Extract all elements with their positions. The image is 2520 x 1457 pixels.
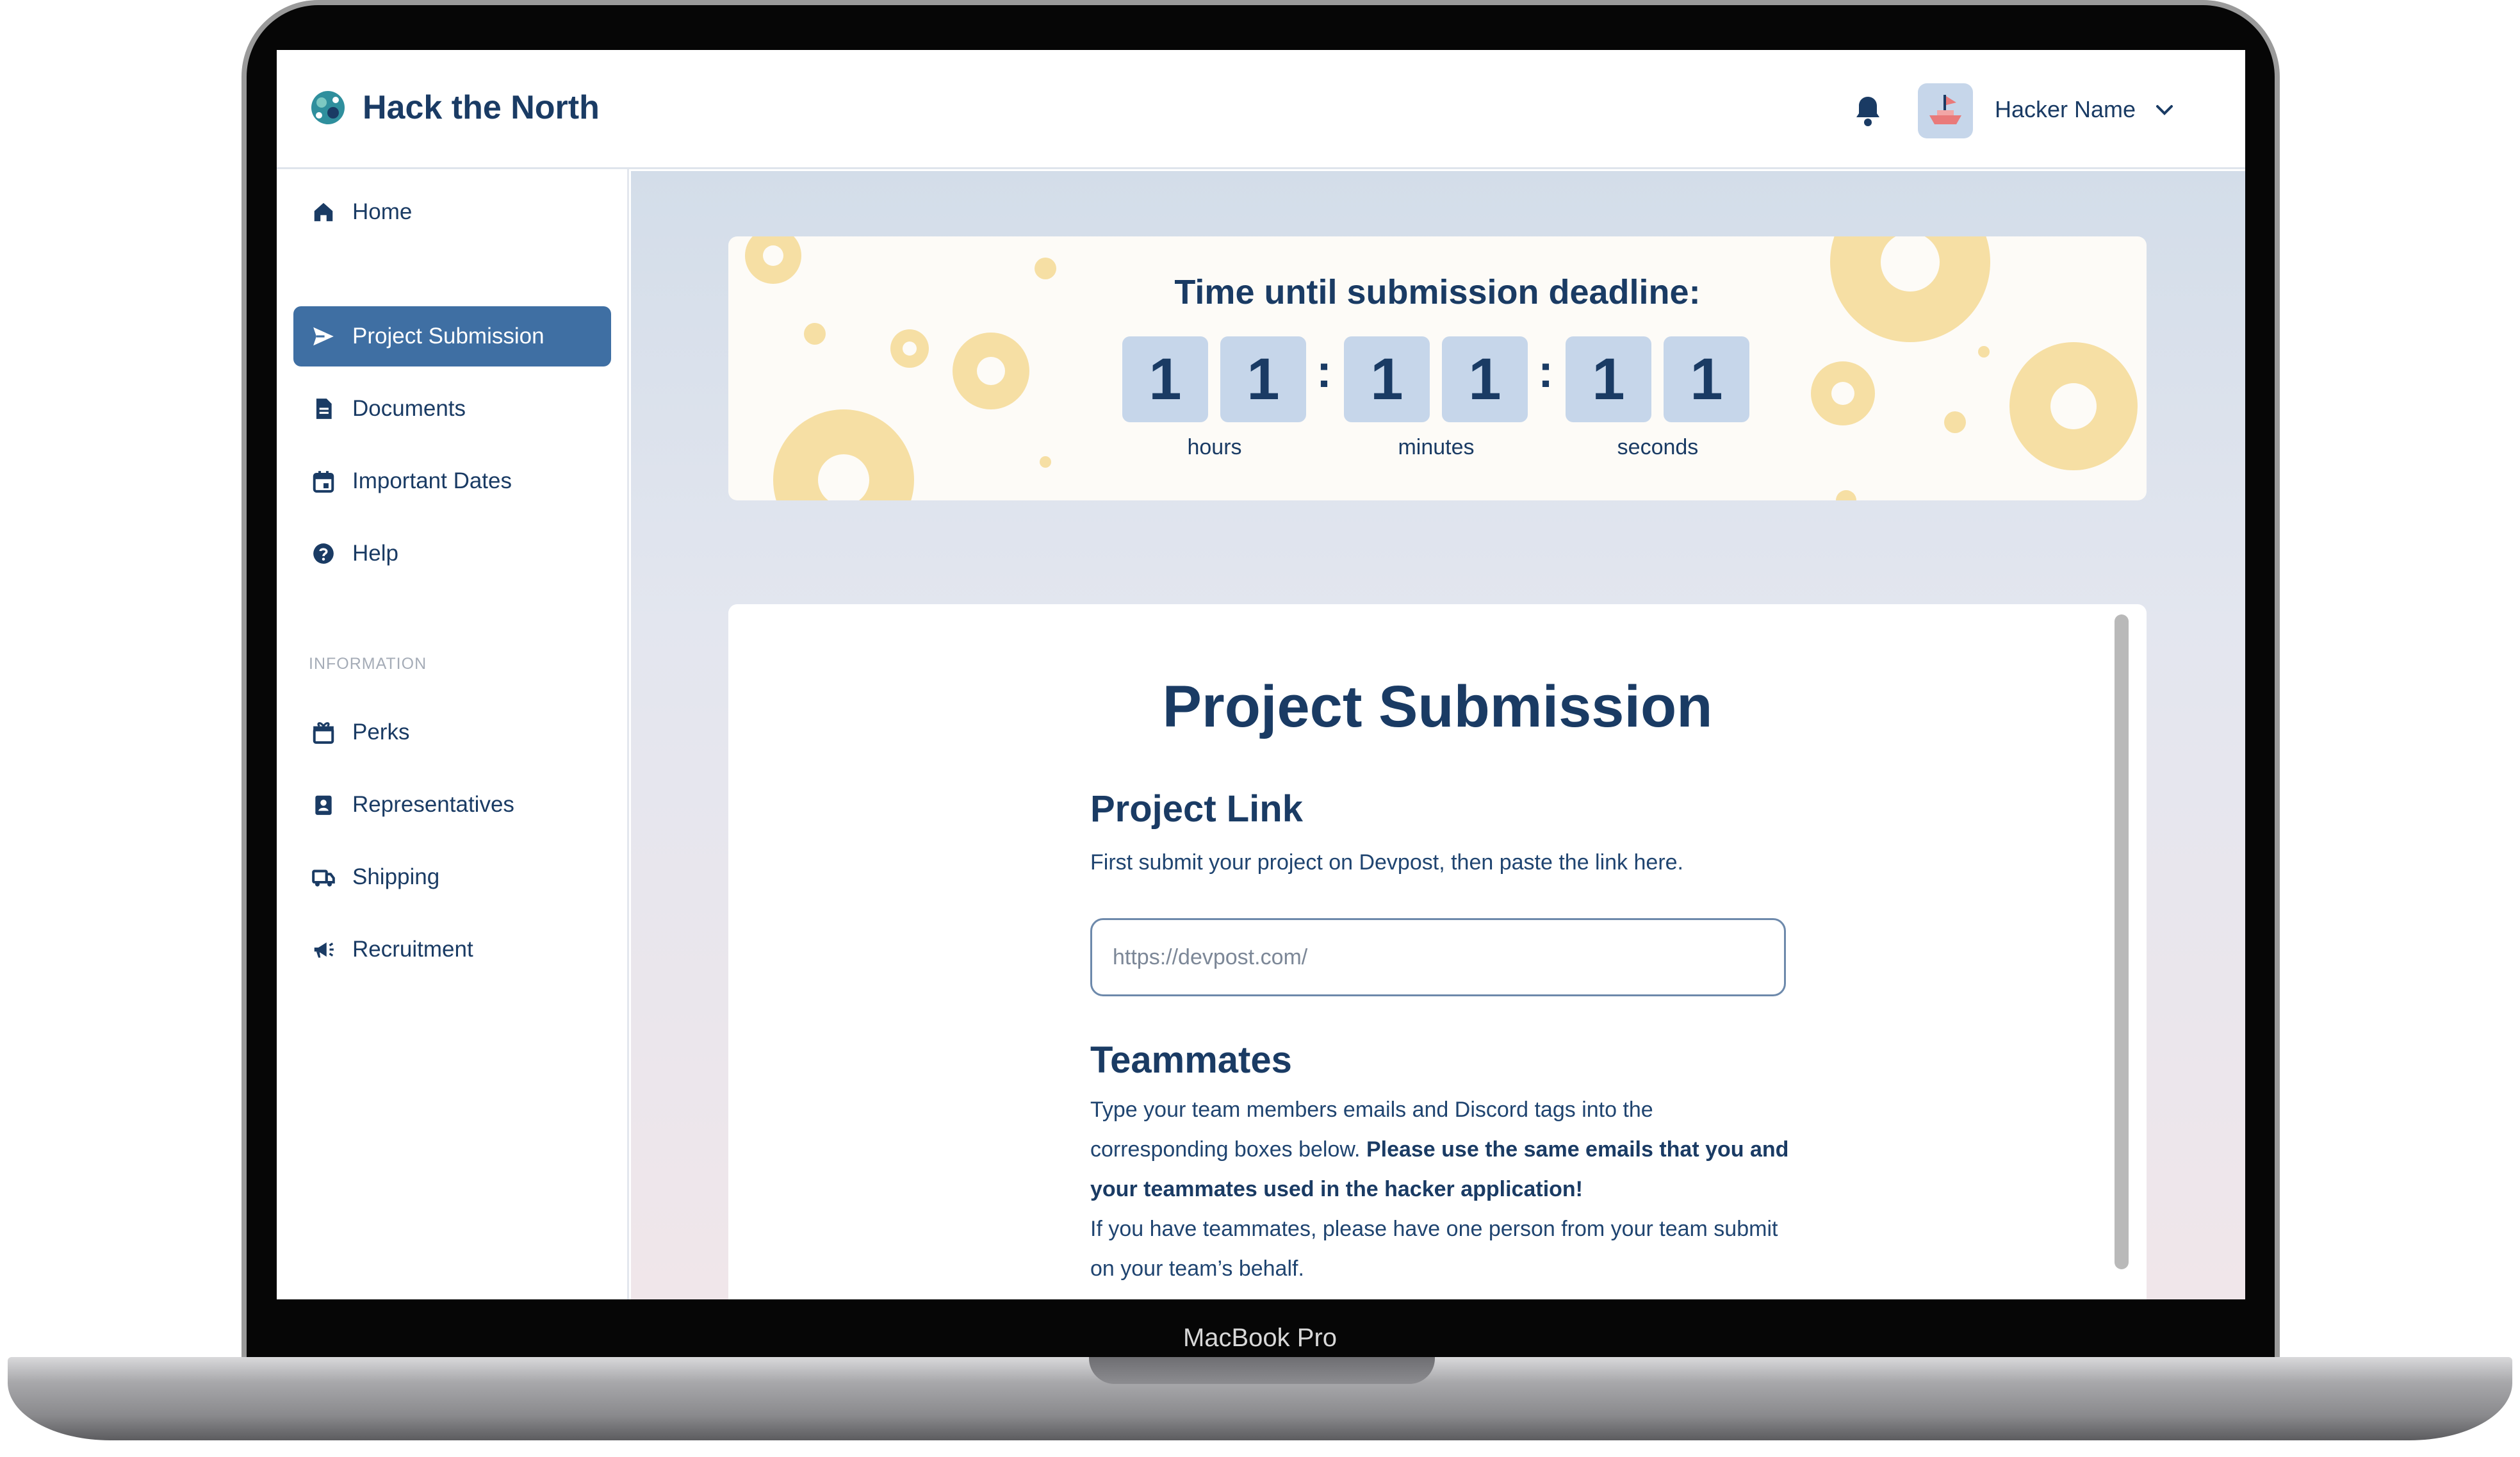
brand[interactable]: Hack the North xyxy=(307,87,600,128)
project-link-heading: Project Link xyxy=(1090,788,1303,830)
submission-card: Project Submission Project Link First su… xyxy=(728,604,2147,1299)
sidebar-item-label: Perks xyxy=(352,720,410,745)
sidebar-item-documents[interactable]: Documents xyxy=(293,379,611,439)
hours-digit: 1 xyxy=(1220,336,1306,422)
teammates-heading: Teammates xyxy=(1090,1039,1292,1081)
teammates-note: If you have teammates, please have one p… xyxy=(1090,1217,1778,1281)
screen: Hack the North Hacker Name Home Project … xyxy=(277,50,2245,1299)
countdown-title: Time until submission deadline: xyxy=(1174,273,1701,311)
avatar[interactable] xyxy=(1918,83,1973,138)
chevron-down-icon[interactable] xyxy=(2155,103,2174,118)
sidebar-item-label: Recruitment xyxy=(352,937,473,962)
sidebar-section-label: INFORMATION xyxy=(309,655,427,673)
sidebar-item-help[interactable]: Help xyxy=(293,523,611,584)
user-name[interactable]: Hacker Name xyxy=(1995,96,2136,123)
sidebar-item-label: Representatives xyxy=(352,792,514,817)
hours-digit: 1 xyxy=(1122,336,1208,422)
brand-name: Hack the North xyxy=(363,89,600,126)
gift-icon xyxy=(313,722,334,744)
badge-icon xyxy=(315,795,332,815)
sidebar-item-home[interactable]: Home xyxy=(293,182,611,242)
document-icon xyxy=(316,399,332,419)
help-icon xyxy=(313,543,334,564)
sidebar-item-label: Help xyxy=(352,541,398,566)
home-icon xyxy=(314,202,333,222)
laptop-notch xyxy=(1089,1357,1435,1384)
sidebar-item-important-dates[interactable]: Important Dates xyxy=(293,451,611,511)
megaphone-icon xyxy=(314,942,334,958)
time-separator: : xyxy=(1538,346,1553,397)
bell-icon[interactable] xyxy=(1853,94,1883,128)
minutes-digit: 1 xyxy=(1344,336,1430,422)
sidebar-item-label: Home xyxy=(352,199,413,224)
time-separator: : xyxy=(1316,346,1332,397)
sidebar-item-perks[interactable]: Perks xyxy=(293,702,611,762)
truck-icon xyxy=(312,869,335,887)
main-content: Time until submission deadline: 1 1 : 1 … xyxy=(631,171,2245,1299)
sidebar-item-label: Documents xyxy=(352,396,466,421)
globe-logo-icon xyxy=(311,91,345,124)
sidebar-item-label: Project Submission xyxy=(352,324,544,349)
hours-label: hours xyxy=(1187,435,1242,459)
boat-avatar-icon xyxy=(1929,95,1961,124)
project-link-input[interactable] xyxy=(1090,918,1786,996)
sidebar-item-shipping[interactable]: Shipping xyxy=(293,847,611,907)
seconds-label: seconds xyxy=(1617,435,1699,459)
minutes-label: minutes xyxy=(1398,435,1475,459)
top-header: Hack the North Hacker Name xyxy=(277,50,2245,169)
seconds-digit: 1 xyxy=(1566,336,1651,422)
countdown-banner: Time until submission deadline: 1 1 : 1 … xyxy=(728,236,2147,500)
device-label: MacBook Pro xyxy=(1182,1324,1338,1352)
sidebar-item-representatives[interactable]: Representatives xyxy=(293,775,611,835)
seconds-digit: 1 xyxy=(1664,336,1749,422)
sidebar-item-label: Shipping xyxy=(352,864,440,889)
page-title: Project Submission xyxy=(1162,674,1713,739)
sidebar-item-project-submission[interactable]: Project Submission xyxy=(293,306,611,366)
minutes-digit: 1 xyxy=(1442,336,1528,422)
teammates-instructions: Type your team members emails and Discor… xyxy=(1090,1090,1795,1288)
send-icon xyxy=(313,327,334,346)
sidebar-item-recruitment[interactable]: Recruitment xyxy=(293,919,611,980)
calendar-icon xyxy=(313,471,334,493)
sidebar-item-label: Important Dates xyxy=(352,468,512,493)
project-link-help: First submit your project on Devpost, th… xyxy=(1090,850,1684,875)
sidebar: Home Project Submission Documents Import… xyxy=(277,169,629,1299)
